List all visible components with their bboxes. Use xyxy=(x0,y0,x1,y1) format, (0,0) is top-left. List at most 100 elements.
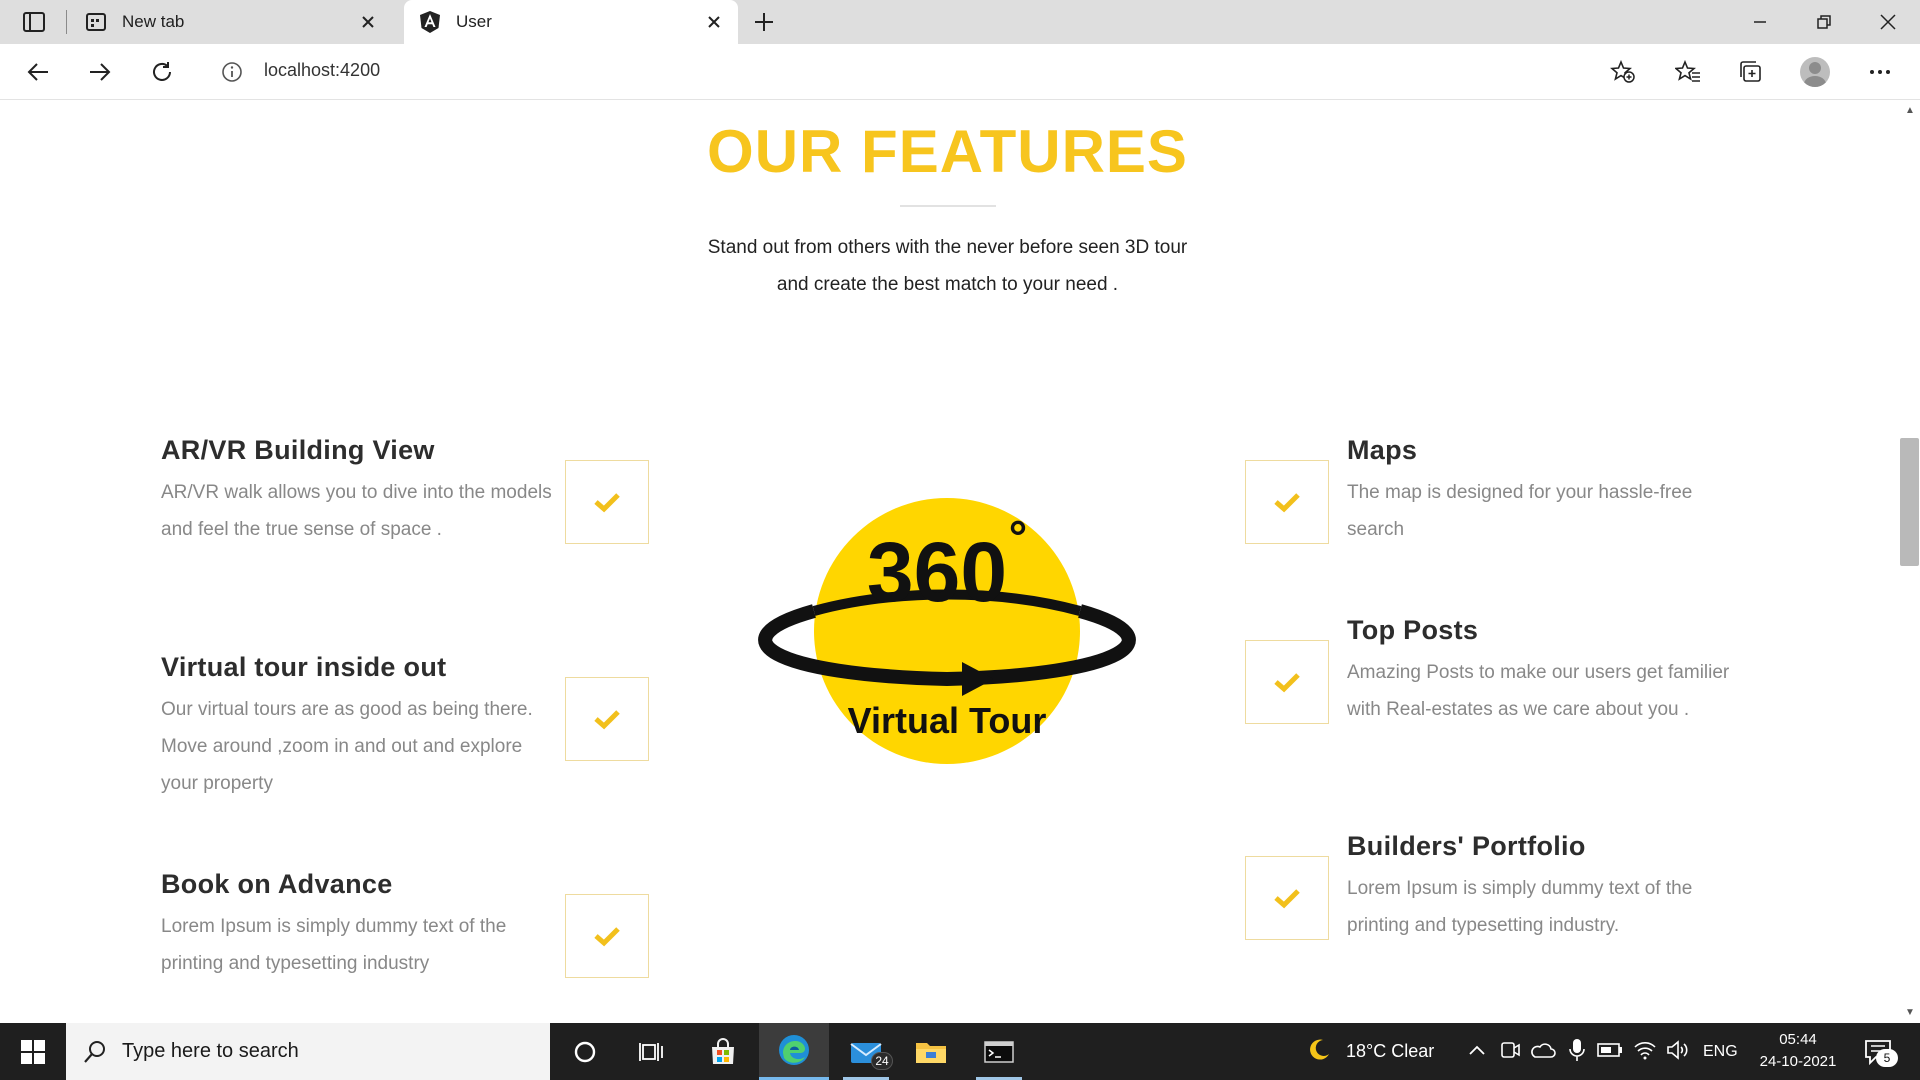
tab-new-tab[interactable]: New tab xyxy=(70,0,392,44)
feature-title: Top Posts xyxy=(1347,615,1479,645)
site-info-icon[interactable] xyxy=(218,58,246,86)
search-placeholder: Type here to search xyxy=(122,1040,299,1062)
windows-logo-icon xyxy=(21,1039,45,1064)
scrollbar-thumb[interactable] xyxy=(1900,438,1919,566)
weather-text[interactable]: 18°C Clear xyxy=(1346,1023,1434,1080)
title-divider xyxy=(900,205,996,207)
tab-separator xyxy=(66,10,67,34)
feature-title: AR/VR Building View xyxy=(161,435,435,465)
weather-moon-icon[interactable] xyxy=(1306,1037,1332,1063)
feature-check-box xyxy=(1245,856,1329,940)
taskbar-search-box[interactable]: Type here to search xyxy=(66,1023,550,1080)
microsoft-store-button[interactable] xyxy=(690,1023,756,1080)
file-explorer-button[interactable] xyxy=(898,1023,964,1080)
feature-check-box xyxy=(1245,640,1329,724)
avatar-icon xyxy=(1800,57,1830,87)
check-icon xyxy=(594,493,620,513)
browser-tab-bar: New tab User xyxy=(0,0,1920,44)
close-tab-icon[interactable] xyxy=(700,8,728,36)
microphone-icon[interactable] xyxy=(1564,1037,1590,1063)
volume-icon[interactable] xyxy=(1665,1037,1691,1063)
collections-icon[interactable] xyxy=(1733,54,1769,90)
subtitle-line: and create the best match to your need . xyxy=(776,274,1119,295)
check-icon xyxy=(594,927,620,947)
windows-taskbar: Type here to search 24 18°C Clear ENG 05… xyxy=(0,1023,1920,1080)
window-controls xyxy=(1728,0,1920,44)
close-window-button[interactable] xyxy=(1856,0,1920,44)
favorites-icon[interactable] xyxy=(1670,54,1706,90)
close-tab-icon[interactable] xyxy=(354,8,382,36)
scroll-up-arrow-icon[interactable]: ▲ xyxy=(1904,104,1916,116)
terminal-button[interactable] xyxy=(966,1023,1032,1080)
store-icon xyxy=(712,1037,734,1064)
feature-description: Amazing Posts to make our users get fami… xyxy=(1347,662,1730,720)
feature-ar-vr: AR/VR Building View AR/VR walk allows yo… xyxy=(161,435,561,548)
section-subtitle: Stand out from others with the never bef… xyxy=(560,229,1335,303)
feature-check-box xyxy=(1245,460,1329,544)
feature-check-box xyxy=(565,460,649,544)
clock-time: 05:44 xyxy=(1779,1031,1817,1048)
language-indicator[interactable]: ENG xyxy=(1703,1023,1738,1080)
feature-description: Our virtual tours are as good as being t… xyxy=(161,699,533,794)
feature-description: AR/VR walk allows you to dive into the m… xyxy=(161,482,552,540)
more-menu-icon[interactable] xyxy=(1862,54,1898,90)
section-title: OUR FEATURES xyxy=(707,118,1188,185)
taskbar-clock[interactable]: 05:44 24-10-2021 xyxy=(1740,1029,1856,1073)
folder-icon xyxy=(916,1042,946,1063)
feature-check-box xyxy=(565,677,649,761)
feature-description: The map is designed for your hassle-free… xyxy=(1347,482,1693,540)
onedrive-icon[interactable] xyxy=(1530,1037,1556,1063)
new-tab-button[interactable] xyxy=(748,8,780,36)
mail-badge: 24 xyxy=(871,1052,893,1070)
subtitle-line: Stand out from others with the never bef… xyxy=(707,237,1188,258)
check-icon xyxy=(1274,889,1300,909)
tab-user[interactable]: User xyxy=(404,0,738,44)
terminal-icon xyxy=(984,1040,1014,1063)
wifi-icon[interactable] xyxy=(1632,1037,1658,1063)
feature-description: Lorem Ipsum is simply dummy text of the … xyxy=(1347,878,1693,936)
minimize-button[interactable] xyxy=(1728,0,1792,44)
start-button[interactable] xyxy=(0,1023,66,1080)
page-viewport: OUR FEATURES Stand out from others with … xyxy=(0,101,1900,1023)
feature-top-posts: Top Posts Amazing Posts to make our user… xyxy=(1347,615,1747,728)
back-button[interactable] xyxy=(20,54,56,90)
task-view-button[interactable] xyxy=(619,1023,685,1080)
logo-caption: Virtual Tour xyxy=(848,700,1047,741)
tab-actions-icon[interactable] xyxy=(14,8,54,36)
feature-builders-portfolio: Builders' Portfolio Lorem Ipsum is simpl… xyxy=(1347,831,1747,944)
new-tab-icon xyxy=(82,8,110,36)
chevron-up-icon[interactable] xyxy=(1464,1037,1490,1063)
mail-button[interactable]: 24 xyxy=(833,1023,899,1080)
search-icon xyxy=(80,1037,110,1067)
feature-title: Book on Advance xyxy=(161,869,393,899)
clock-date: 24-10-2021 xyxy=(1759,1053,1837,1070)
feature-check-box xyxy=(565,894,649,978)
forward-button[interactable] xyxy=(82,54,118,90)
feature-title: Builders' Portfolio xyxy=(1347,831,1586,861)
check-icon xyxy=(1274,493,1300,513)
task-view-icon xyxy=(639,1042,663,1061)
feature-virtual-tour: Virtual tour inside out Our virtual tour… xyxy=(161,652,561,802)
edge-browser-button[interactable] xyxy=(759,1023,829,1080)
logo-number: 360 xyxy=(867,525,1007,619)
angular-icon xyxy=(416,8,444,36)
check-icon xyxy=(1274,673,1300,693)
tab-label: User xyxy=(456,12,492,31)
notification-center-button[interactable]: 5 xyxy=(1862,1035,1898,1069)
battery-icon[interactable] xyxy=(1597,1037,1623,1063)
url-field[interactable]: localhost:4200 xyxy=(264,60,380,81)
address-bar: localhost:4200 xyxy=(0,44,1920,100)
notification-count-badge: 5 xyxy=(1876,1049,1898,1067)
cortana-icon xyxy=(574,1041,596,1062)
profile-avatar[interactable] xyxy=(1797,54,1833,90)
cortana-button[interactable] xyxy=(552,1023,618,1080)
tab-label: New tab xyxy=(122,12,185,31)
virtual-tour-360-logo: 360 ° Virtual Tour xyxy=(758,498,1136,764)
scroll-down-arrow-icon[interactable]: ▼ xyxy=(1904,1006,1916,1018)
restore-button[interactable] xyxy=(1792,0,1856,44)
check-icon xyxy=(594,710,620,730)
meet-now-icon[interactable] xyxy=(1497,1037,1523,1063)
refresh-button[interactable] xyxy=(144,54,180,90)
add-favorite-icon[interactable] xyxy=(1605,54,1641,90)
feature-title: Virtual tour inside out xyxy=(161,652,447,682)
